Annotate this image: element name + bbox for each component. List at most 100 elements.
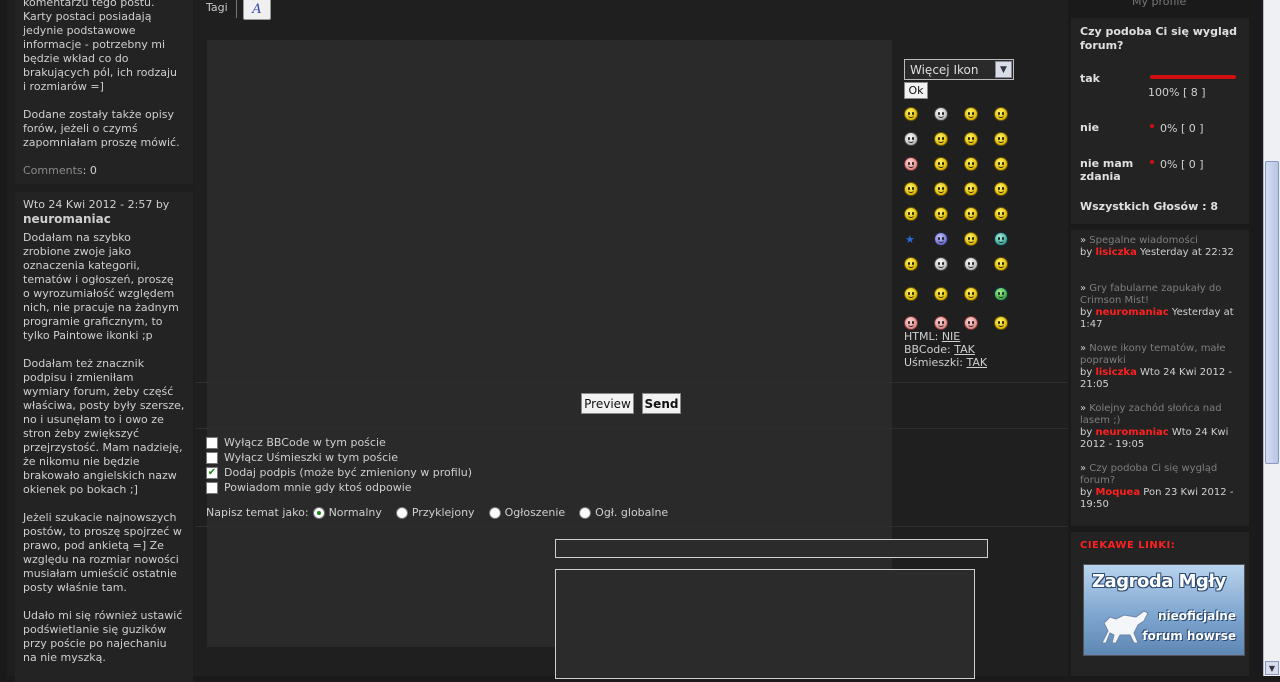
post-text-line: zrobione zwoje jako — [23, 245, 132, 258]
smiley-icon[interactable] — [904, 287, 918, 301]
topic-type-radio[interactable] — [395, 506, 408, 519]
smiley-icon[interactable] — [964, 157, 978, 171]
page-scrollbar[interactable]: ▼ — [1263, 0, 1280, 676]
zagroda-banner[interactable]: Zagroda Mgły nieoficjalne forum howrse — [1083, 564, 1245, 656]
smiley-mouth — [908, 115, 914, 118]
smiley-icon[interactable] — [964, 232, 978, 246]
smiley-icon[interactable] — [934, 257, 948, 271]
poll-option-votes: 0% [ 0 ] — [1160, 158, 1204, 171]
star-icon[interactable]: ★ — [905, 233, 915, 246]
chevron-down-icon[interactable]: ▼ — [995, 61, 1012, 78]
post-text-line: komentarzu tego postu. — [23, 0, 155, 9]
smiley-icon[interactable] — [964, 107, 978, 121]
smiley-icon[interactable] — [964, 182, 978, 196]
page-scroll-thumb[interactable] — [1265, 161, 1279, 464]
post2-author[interactable]: neuromaniac — [23, 212, 193, 226]
more-icons-select[interactable]: Więcej Ikon ▼ — [904, 59, 1014, 80]
recent-post-user[interactable]: neuromaniac — [1095, 427, 1168, 438]
post-text-line: tematów i ogłoszeń, proszę — [23, 273, 174, 286]
message-textarea[interactable] — [555, 569, 975, 679]
poll-bar — [1150, 160, 1154, 164]
option-checkbox[interactable]: ✔ — [206, 466, 218, 479]
smiley-icon[interactable] — [994, 107, 1008, 121]
smiley-icon[interactable] — [994, 257, 1008, 271]
recent-post-user[interactable]: neuromaniac — [1095, 307, 1168, 318]
recent-post-by: by — [1080, 427, 1093, 438]
topic-type-radio[interactable] — [579, 506, 592, 519]
smiley-mouth — [908, 165, 914, 168]
topic-type-radio[interactable] — [488, 506, 501, 519]
recent-post-title[interactable]: Kolejny zachód słońca nad lasem ;) — [1080, 403, 1222, 426]
smiley-icon[interactable] — [934, 207, 948, 221]
left-sidebar: komentarzu tego postu. Karty postaci posi… — [7, 0, 195, 682]
post-paragraph: Jeżeli szukacie najnowszych postów, to pr… — [23, 511, 193, 595]
bbcode-status-link[interactable]: TAK — [954, 343, 975, 356]
smiley-icon[interactable] — [934, 132, 948, 146]
smiley-icon[interactable] — [904, 157, 918, 171]
divider — [195, 526, 1068, 527]
post2-body: Dodałam na szybko zrobione zwoje jako ozna… — [23, 231, 193, 665]
smiley-icon[interactable] — [934, 107, 948, 121]
recent-post-user[interactable]: Moquea — [1095, 487, 1140, 498]
poll-option-votes: 0% [ 0 ] — [1160, 122, 1204, 135]
send-button[interactable]: Send — [642, 393, 681, 414]
my-profile-link[interactable]: My profile — [1132, 0, 1186, 8]
ok-button[interactable]: Ok — [904, 82, 928, 99]
smiley-icon[interactable] — [904, 257, 918, 271]
recent-post-item: » Nowe ikony tematów, małe poprawki by li… — [1080, 343, 1245, 391]
comments-link[interactable]: Comments — [23, 164, 83, 177]
smiley-icon[interactable] — [964, 257, 978, 271]
smiley-icon[interactable] — [934, 316, 948, 330]
smiley-icon[interactable] — [994, 316, 1008, 330]
option-checkbox[interactable] — [206, 451, 218, 464]
smiley-icon[interactable] — [994, 207, 1008, 221]
bullet-icon: » — [1080, 403, 1090, 414]
subject-input[interactable] — [555, 539, 988, 558]
recent-post-title[interactable]: Nowe ikony tematów, małe poprawki — [1080, 343, 1226, 366]
recent-post-user[interactable]: lisiczka — [1095, 367, 1136, 378]
recent-post-title[interactable]: Czy podoba Ci się wygląd forum? — [1080, 463, 1217, 486]
smiley-icon[interactable] — [964, 287, 978, 301]
smiley-icon[interactable] — [994, 157, 1008, 171]
smiley-icon[interactable] — [934, 287, 948, 301]
page-scroll-down-icon[interactable]: ▼ — [1265, 661, 1279, 675]
smiley-icon[interactable] — [994, 232, 1008, 246]
font-icon[interactable]: A — [243, 0, 271, 20]
smiley-icon[interactable] — [994, 132, 1008, 146]
option-label: Powiadom mnie gdy ktoś odpowie — [224, 481, 412, 494]
format-info: HTML: NIE BBCode: TAK Uśmieszki: TAK — [904, 330, 987, 369]
smiley-icon[interactable] — [934, 157, 948, 171]
post-text-line: no i usunęłam to i owo ze — [23, 413, 164, 426]
smiley-icon[interactable] — [904, 132, 918, 146]
recent-post-title[interactable]: Gry fabularne zapukały do Crimson Mist! — [1080, 283, 1221, 306]
option-checkbox[interactable] — [206, 436, 218, 449]
smilies-status-link[interactable]: TAK — [966, 356, 987, 369]
smiley-icon[interactable] — [934, 182, 948, 196]
smiley-icon[interactable] — [934, 232, 948, 246]
post-editor: Tagi A Więcej Ikon ▼ Ok ★ ▲ ▼ HTML: NIE … — [195, 0, 1252, 679]
more-icons-label: Więcej Ikon — [910, 62, 979, 77]
smiley-mouth — [968, 240, 974, 243]
smiley-icon[interactable] — [904, 316, 918, 330]
recent-post-title[interactable]: Spegalne wiadomości — [1089, 235, 1198, 246]
post-text-line: forów, jeżeli o czymś — [23, 122, 138, 135]
links-widget: CIEKAWE LINKI: Zagroda Mgły nieoficjalne… — [1071, 532, 1249, 676]
smiley-icon[interactable] — [964, 132, 978, 146]
option-checkbox[interactable] — [206, 481, 218, 494]
smiley-icon[interactable] — [994, 287, 1008, 301]
html-status-link[interactable]: NIE — [942, 330, 960, 343]
post-text-line: brakujących pól, ich rodzaju — [23, 66, 177, 79]
smiley-icon[interactable] — [904, 182, 918, 196]
preview-button[interactable]: Preview — [581, 393, 634, 414]
topic-type-radio[interactable] — [312, 506, 325, 519]
smiley-icon[interactable] — [964, 316, 978, 330]
smiley-mouth — [908, 190, 914, 193]
smiley-icon[interactable] — [904, 207, 918, 221]
recent-post-by: by — [1080, 247, 1093, 258]
poll-option-label: nie mam zdania — [1080, 157, 1134, 183]
recent-post-user[interactable]: lisiczka — [1095, 247, 1136, 258]
smiley-icon[interactable] — [904, 107, 918, 121]
post-paragraph: Dodałam na szybko zrobione zwoje jako ozna… — [23, 231, 193, 343]
smiley-icon[interactable] — [994, 182, 1008, 196]
smiley-icon[interactable] — [964, 207, 978, 221]
